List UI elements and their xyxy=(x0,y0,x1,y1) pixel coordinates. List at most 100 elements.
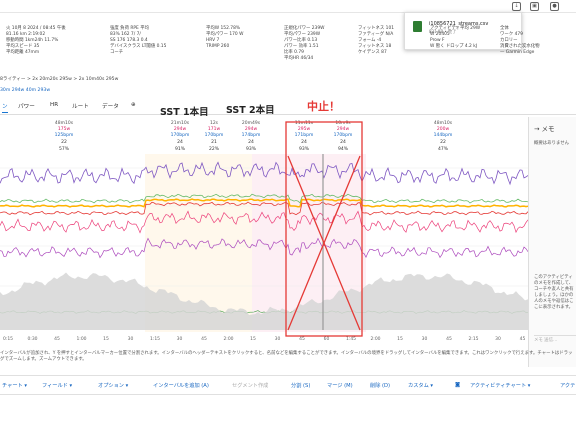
summary-line: 平均HR 46/34 xyxy=(284,56,314,61)
options-menu-button[interactable]: オプション ▾ xyxy=(98,382,128,389)
interval-label[interactable]: 171w xyxy=(208,126,221,132)
annotation-sst-2: SST 2本目 xyxy=(226,105,275,116)
summary-line: W 暫く ドロップ 4.2 kJ xyxy=(430,44,478,49)
custom-menu-button[interactable]: カスタム ▾ xyxy=(408,382,433,389)
summary-col-3: 平均W 152.78% 平均パワー 170 W HRV 7 TRIMP 260 xyxy=(206,26,243,50)
interval-label[interactable]: 21 xyxy=(211,139,217,145)
tab-hr[interactable]: HR xyxy=(50,102,58,108)
interval-label[interactable]: 200w xyxy=(437,126,450,132)
x-tick-label: 45 xyxy=(201,336,207,342)
activity-chart-menu-button[interactable]: アクティビティチャート ▾ xyxy=(470,382,530,389)
chart-tabs: ン パワー HR ルート データ ⊕ xyxy=(0,98,576,115)
tab-power[interactable]: パワー xyxy=(18,102,35,110)
chart-menu-button[interactable]: チャート ▾ xyxy=(2,382,27,389)
split-button[interactable]: 分割 (S) xyxy=(291,382,310,389)
summary-col-4: 正規化パワー 239W 平均パワー 239W パワー比率 0.13 パワー 効率 1.… xyxy=(284,26,324,62)
interval-label[interactable]: 170bpm xyxy=(205,132,224,138)
tab-overview[interactable]: ン xyxy=(2,102,8,113)
interval-label[interactable]: 57% xyxy=(59,146,70,152)
delete-button[interactable]: 削除 (D) xyxy=(370,382,390,389)
interval-label[interactable]: 22 xyxy=(440,139,446,145)
summary-line: コーチ xyxy=(110,50,124,55)
x-tick-label: 15 xyxy=(250,336,256,342)
interval-label[interactable]: 175w xyxy=(58,126,71,132)
notes-empty: 概要はありません xyxy=(534,141,569,146)
interval-label[interactable]: 170bpm xyxy=(334,132,353,138)
summary-line: 平均距離 47mm xyxy=(6,50,40,55)
x-tick-label: 0:15 xyxy=(3,336,13,342)
interval-label[interactable]: 170bpm xyxy=(171,132,190,138)
extensions-icon[interactable]: ▣ xyxy=(530,2,539,11)
summary-col-7: 全体 ワーク 479 カロリー 消費された炭水化物 — Garmin Edge xyxy=(500,26,540,56)
x-tick-label: 30 xyxy=(177,336,183,342)
interval-label[interactable]: 91% xyxy=(175,146,186,152)
interval-label[interactable]: 144bpm xyxy=(434,132,453,138)
fields-menu-button[interactable]: フィールド ▾ xyxy=(42,382,72,389)
interval-label[interactable]: 295w xyxy=(298,126,311,132)
summary-line: — Garmin Edge xyxy=(500,50,535,55)
x-tick-label: 45 xyxy=(299,336,305,342)
x-tick-label: 1:00 xyxy=(76,336,86,342)
tab-route[interactable]: ルート xyxy=(72,102,89,110)
x-tick-label: 2:00 xyxy=(370,336,380,342)
create-segment-button[interactable]: セグメント作成 xyxy=(232,382,268,389)
camera-icon[interactable]: ◙ xyxy=(455,382,460,388)
interval-label[interactable]: 294w xyxy=(245,126,258,132)
x-tick-label: 30 xyxy=(422,336,428,342)
interval-label[interactable]: 93% xyxy=(246,146,257,152)
x-tick-label: 15 xyxy=(103,336,109,342)
x-tick-label: 1:45 xyxy=(346,336,356,342)
x-tick-label: 45 xyxy=(520,336,526,342)
merge-button[interactable]: マージ (M) xyxy=(327,382,353,389)
add-interval-button[interactable]: インターバルを追加 (A) xyxy=(153,382,209,389)
interval-label[interactable]: 10m9s xyxy=(335,120,351,126)
interval-label[interactable]: 48m10s xyxy=(434,120,453,126)
notes-title-row: → メモ xyxy=(534,125,555,133)
summary-col-5: フィットネス 101 ファティーグ N/A フォーム -4 フィットネス 18 ケイデン… xyxy=(358,26,394,56)
x-tick-label: 30 xyxy=(275,336,281,342)
interval-breadcrumb[interactable]: 8ライティー > 2x 20m20s 295w > 2x 10m40s 295w xyxy=(0,76,118,82)
notes-panel: → メモ 概要はありません このアクティビティのメモを作成して、コーチや友人と共… xyxy=(528,117,576,367)
x-tick-label: 45 xyxy=(54,336,60,342)
x-tick-label: 0:30 xyxy=(27,336,37,342)
interval-label[interactable]: 93% xyxy=(299,146,310,152)
x-tick-label: 30 xyxy=(495,336,501,342)
tab-data[interactable]: データ xyxy=(102,102,119,110)
interval-label[interactable]: 24 xyxy=(340,139,346,145)
summary-col-6: アクティビティ平均 29W W 20405 Prow FW 暫く ドロップ 4.2 … xyxy=(430,26,480,50)
summary-col-2: 強度 負荷 RPE 平均 83% 162 7/ 7/SS 176 178.3 0.… xyxy=(110,26,166,56)
interval-label[interactable]: 24 xyxy=(177,139,183,145)
interval-label[interactable]: 20m49s xyxy=(242,120,261,126)
interval-label[interactable]: 21m10s xyxy=(171,120,190,126)
x-tick-label: 15 xyxy=(397,336,403,342)
annotation-stop: 中止！ xyxy=(307,100,340,113)
activity-menu-button[interactable]: アクテ xyxy=(560,382,575,389)
interval-label[interactable]: 47% xyxy=(438,146,449,152)
interval-sub-breadcrumb[interactable]: 30m 294w 40m 293w xyxy=(0,88,50,93)
interval-label[interactable]: 24 xyxy=(248,139,254,145)
chart-toolbar: チャート ▾ フィールド ▾ オプション ▾ インターバルを追加 (A) セグメ… xyxy=(0,375,576,395)
interval-label[interactable]: 174bpm xyxy=(242,132,261,138)
activity-chart[interactable]: 48m10s175w125bpm2257%21m10s294w170bpm249… xyxy=(0,116,528,352)
interval-label[interactable]: 294w xyxy=(174,126,187,132)
add-tab-icon[interactable]: ⊕ xyxy=(131,102,136,108)
x-tick-label: 30 xyxy=(128,336,134,342)
summary-line: ケイデンス 87 xyxy=(358,50,387,55)
interval-label[interactable]: 12s xyxy=(210,120,219,126)
x-tick-label: 45 xyxy=(446,336,452,342)
interval-label[interactable]: 24 xyxy=(301,139,307,145)
download-icon[interactable]: ↓ xyxy=(512,2,521,11)
interval-label[interactable]: 48m10s xyxy=(55,120,74,126)
interval-label[interactable]: 22% xyxy=(209,146,220,152)
notes-input[interactable]: メモ 送信… xyxy=(534,335,576,344)
interval-label[interactable]: 294w xyxy=(337,126,350,132)
interval-label[interactable]: 22 xyxy=(61,139,67,145)
profile-icon[interactable]: ● xyxy=(550,2,559,11)
interval-label[interactable]: 94% xyxy=(338,146,349,152)
interval-label[interactable]: 11m11s xyxy=(295,120,314,126)
x-tick-label: 60 xyxy=(324,336,330,342)
interval-label[interactable]: 171bpm xyxy=(295,132,314,138)
x-tick-label: 2:00 xyxy=(223,336,233,342)
x-tick-label: 1:15 xyxy=(150,336,160,342)
interval-label[interactable]: 125bpm xyxy=(55,132,74,138)
